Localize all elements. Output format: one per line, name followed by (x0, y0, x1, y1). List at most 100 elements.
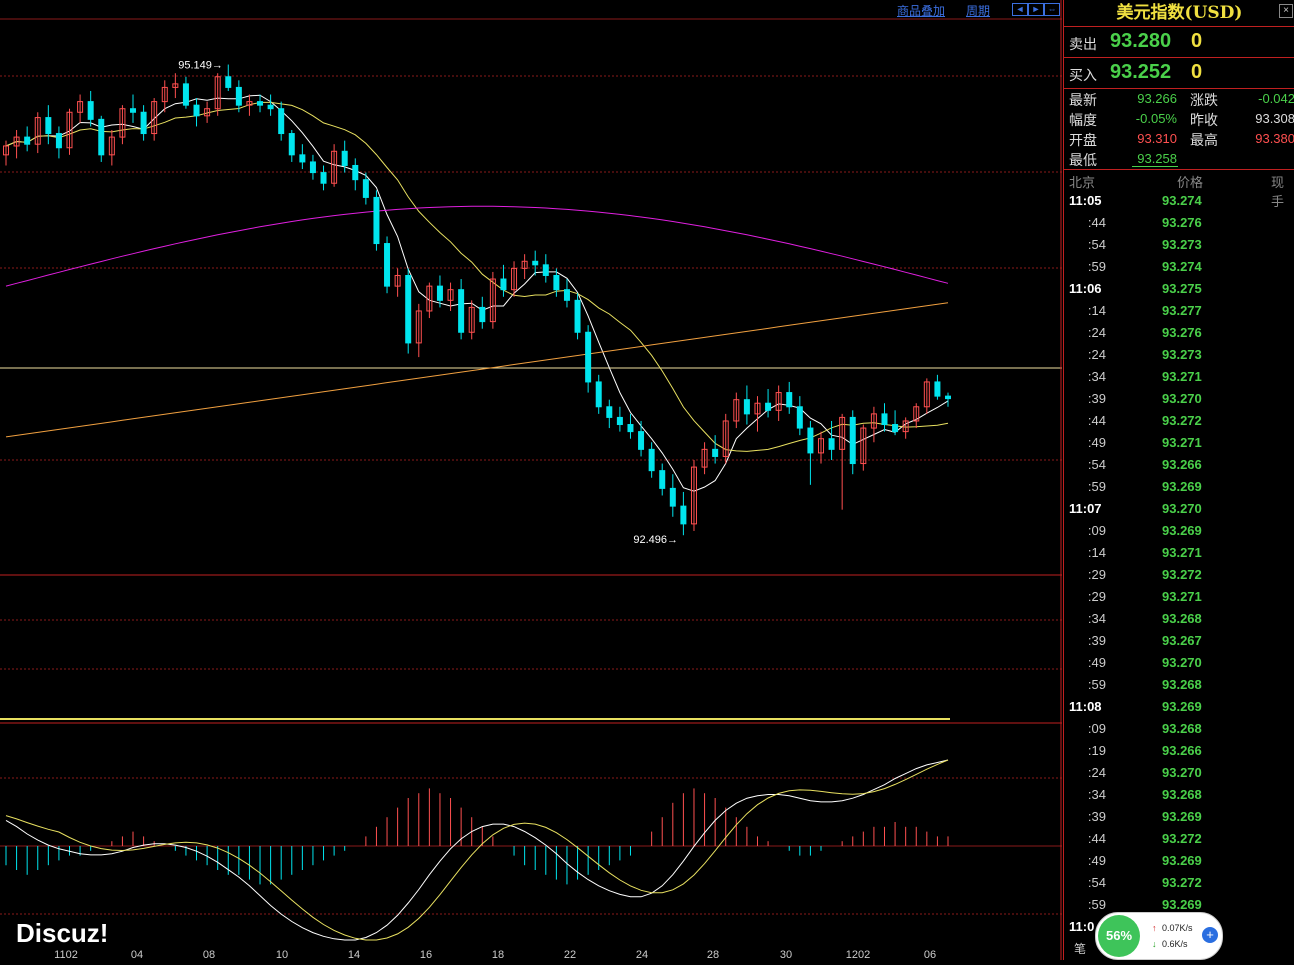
candle-body (532, 260, 539, 266)
tick-time: :39 (1087, 809, 1106, 824)
x-tick-label: 1102 (54, 949, 78, 960)
instrument-title: 美元指数(USD) (1064, 0, 1294, 27)
candle-body (553, 274, 560, 291)
tick-row: :44 93.272 (1064, 413, 1294, 435)
tick-row: :29 93.272 (1064, 567, 1294, 589)
tick-row: :34 93.268 (1064, 787, 1294, 809)
tick-row: :34 93.268 (1064, 611, 1294, 633)
x-tick-label: 08 (203, 949, 215, 960)
tick-price: 93.275 (1162, 281, 1202, 296)
candle-body (362, 179, 369, 198)
memory-percent: 56% (1098, 915, 1140, 957)
tick-row: :24 93.270 (1064, 765, 1294, 787)
tick-row: :09 93.268 (1064, 721, 1294, 743)
chart-area: 95.149→ 92.496→ 1102 04 08 10 14 16 18 22 24 28 30 12… (0, 0, 1062, 961)
tick-price: 93.272 (1162, 413, 1202, 428)
nav-right-icon[interactable]: ► (1028, 3, 1044, 16)
tick-price: 93.267 (1162, 633, 1202, 648)
x-tick-label: 14 (348, 949, 360, 960)
tick-time: :59 (1087, 479, 1106, 494)
tick-time: 11:06 (1069, 281, 1102, 296)
tick-header-time: 北京 (1069, 175, 1096, 190)
tick-price: 93.269 (1162, 809, 1202, 824)
tick-price: 93.273 (1162, 237, 1202, 252)
tick-time: :34 (1087, 611, 1106, 626)
x-tick-label: 22 (564, 949, 576, 960)
quote-label: 幅度 (1069, 112, 1097, 128)
quote-value-2: -0.042 (1258, 91, 1294, 106)
tick-row: :59 93.269 (1064, 479, 1294, 501)
quote-value: -0.05% (1135, 111, 1177, 126)
tick-price: 93.268 (1162, 721, 1202, 736)
tick-time: :49 (1087, 435, 1106, 450)
tick-time: 11:07 (1069, 501, 1102, 516)
tick-price: 93.271 (1162, 435, 1202, 450)
candle-body (786, 392, 793, 408)
tick-header-price: 价格 (1177, 175, 1204, 190)
sell-label: 卖出 (1069, 36, 1097, 52)
quote-label-2: 涨跌 (1190, 92, 1218, 108)
tick-time: :54 (1087, 457, 1106, 472)
tick-price: 93.268 (1162, 611, 1202, 626)
x-tick-label: 06 (924, 949, 936, 960)
candle-body (542, 264, 549, 276)
tick-price: 93.273 (1162, 347, 1202, 362)
candle-body (638, 431, 645, 450)
speed-badge[interactable]: 56% ↑ 0.07K/s ↓ 0.6K/s + (1095, 912, 1223, 960)
upload-speed: 0.07K/s (1162, 923, 1193, 933)
candle-body (881, 413, 888, 426)
candle-body (606, 406, 613, 418)
candle-body (130, 108, 137, 113)
tick-price: 93.271 (1162, 589, 1202, 604)
candle-body (87, 101, 94, 120)
tick-time: :39 (1087, 391, 1106, 406)
tick-row: :14 93.277 (1064, 303, 1294, 325)
candle-body (648, 448, 655, 472)
nav-left-icon[interactable]: ◄ (1012, 3, 1028, 16)
tick-row: :24 93.276 (1064, 325, 1294, 347)
sell-volume: 0 (1191, 30, 1203, 52)
tick-row: :24 93.273 (1064, 347, 1294, 369)
tick-footer-label: 笔 (1074, 942, 1087, 956)
candle-body (659, 470, 666, 489)
tick-row: :34 93.271 (1064, 369, 1294, 391)
tick-time: :59 (1087, 259, 1106, 274)
candle-body (807, 427, 814, 454)
download-speed: 0.6K/s (1162, 939, 1188, 949)
tick-time: :09 (1087, 523, 1106, 538)
overlay-button[interactable]: 商品叠加 (897, 2, 945, 19)
tick-price: 93.270 (1162, 501, 1202, 516)
tick-row: 11:08 93.269 (1064, 699, 1294, 721)
tick-price: 93.272 (1162, 875, 1202, 890)
tick-row: :09 93.269 (1064, 523, 1294, 545)
candle-body (373, 196, 380, 245)
tick-row: :49 93.269 (1064, 853, 1294, 875)
x-tick-label: 04 (131, 949, 143, 960)
candle-body (849, 416, 856, 465)
candle-body (140, 111, 147, 135)
extreme-label: 92.496→ (633, 534, 678, 546)
tick-row: 11:07 93.270 (1064, 501, 1294, 523)
candle-body (828, 438, 835, 450)
tick-time: :14 (1087, 545, 1106, 560)
tick-price: 93.274 (1162, 193, 1202, 208)
tick-time: :54 (1087, 875, 1106, 890)
candle-body (616, 416, 623, 426)
ma20-line (5, 101, 949, 452)
quote-value: 93.310 (1137, 131, 1177, 146)
tick-row: :39 93.267 (1064, 633, 1294, 655)
tick-price: 93.266 (1162, 457, 1202, 472)
tick-time: :59 (1087, 677, 1106, 692)
tick-row: :49 93.270 (1064, 655, 1294, 677)
candle-body (479, 306, 486, 323)
nav-expand-icon[interactable]: ⇔ (1044, 3, 1060, 16)
period-button[interactable]: 周期 (966, 2, 990, 19)
candle-body (235, 86, 242, 106)
tick-price: 93.276 (1162, 215, 1202, 230)
plus-icon[interactable]: + (1202, 927, 1218, 943)
candle-body (934, 381, 941, 397)
candle-body (257, 101, 264, 106)
close-icon[interactable]: × (1279, 4, 1293, 18)
tick-row: :59 93.274 (1064, 259, 1294, 281)
tick-price: 93.272 (1162, 831, 1202, 846)
